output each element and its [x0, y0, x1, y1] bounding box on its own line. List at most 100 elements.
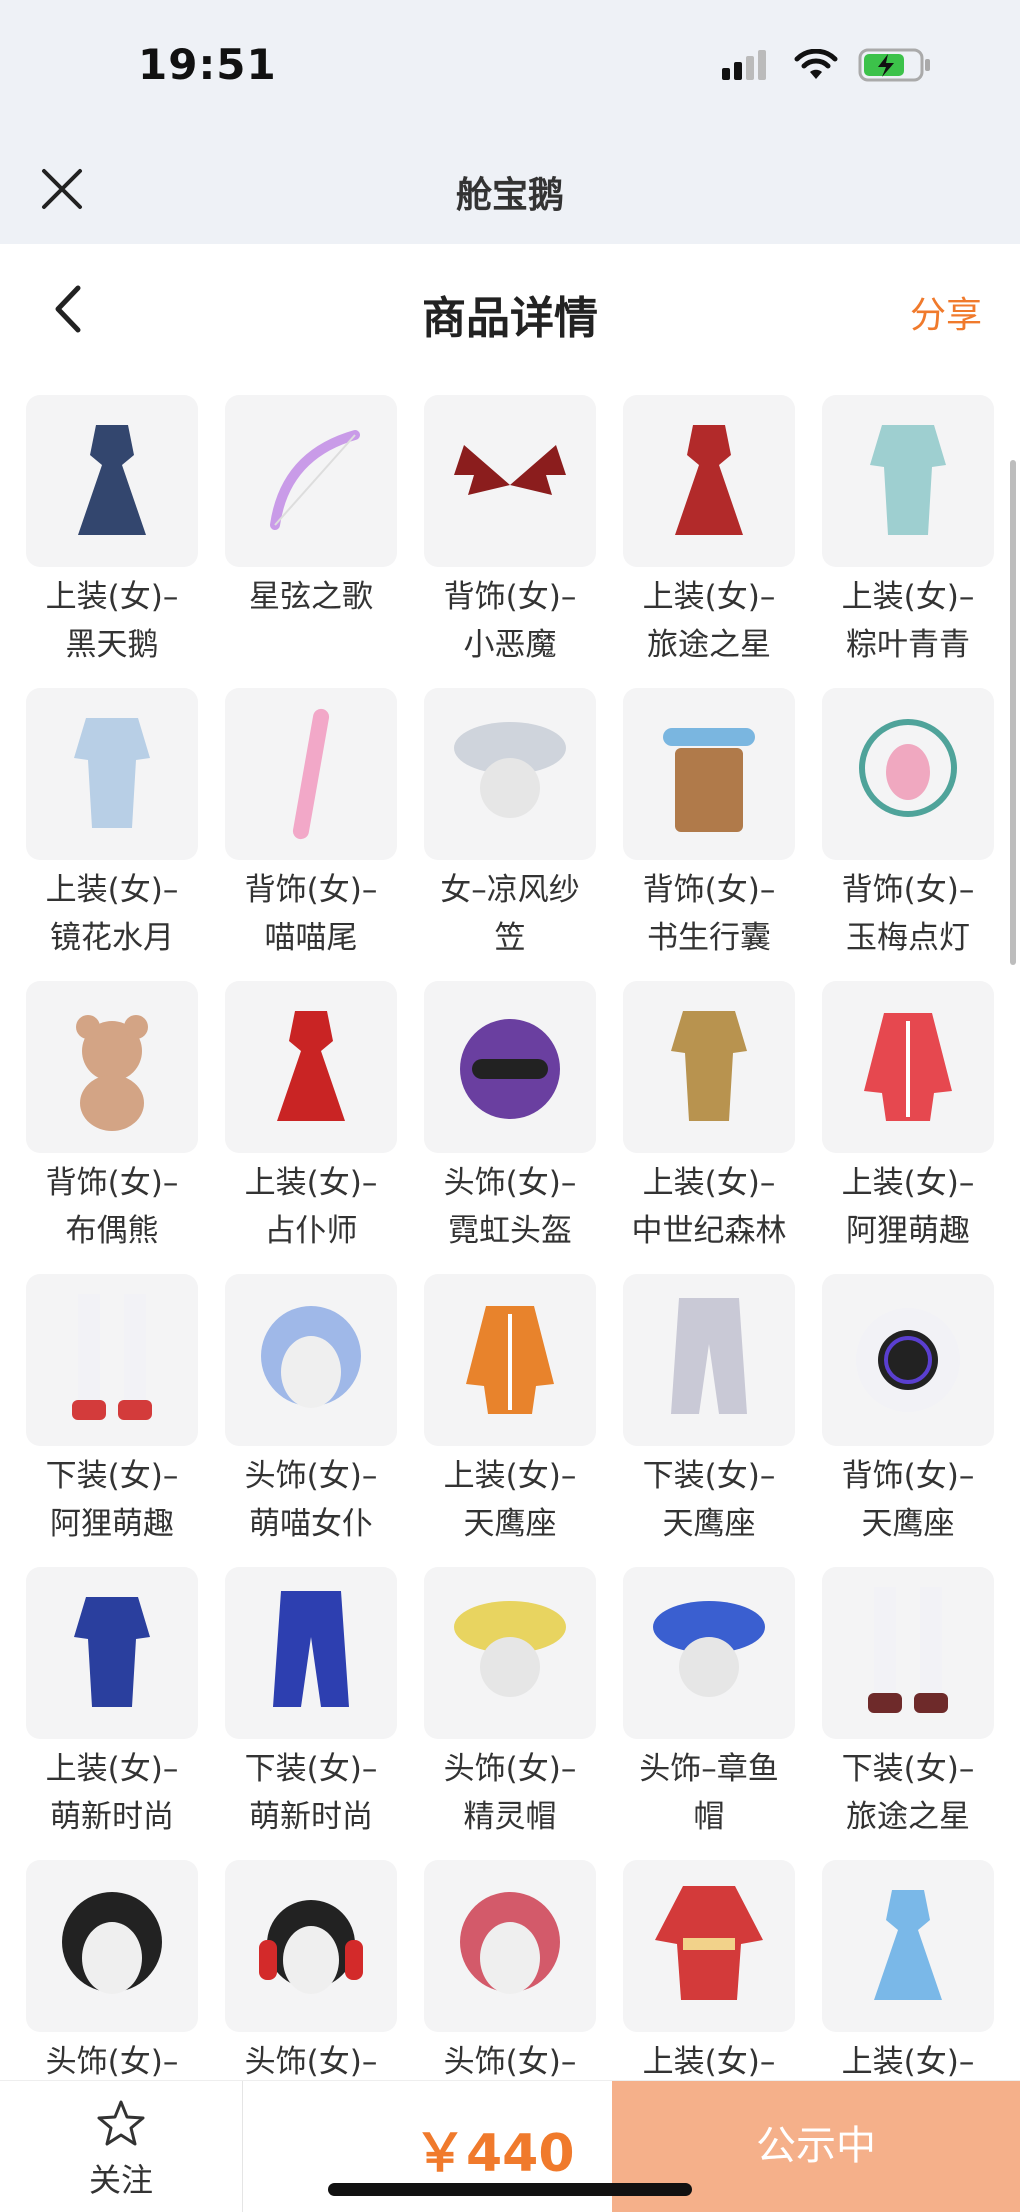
- item-label: 头饰(女)– 霓虹头盔: [443, 1165, 577, 1249]
- item-label: 下装(女)– 阿狸萌趣: [45, 1458, 179, 1542]
- hat-icon: [454, 1601, 566, 1697]
- grid-item[interactable]: 背饰(女)– 喵喵尾: [225, 688, 397, 981]
- grid-item[interactable]: 上装(女)– 粽叶青青: [822, 395, 994, 688]
- item-thumbnail: [225, 395, 397, 567]
- item-label: 头饰(女)–: [45, 2044, 179, 2080]
- wifi-icon: [794, 49, 838, 79]
- grid-item[interactable]: 下装(女)– 天鹰座: [623, 1274, 795, 1567]
- dress-icon: [78, 425, 146, 535]
- item-label: 头饰(女)–: [244, 2044, 378, 2080]
- item-thumbnail: [623, 688, 795, 860]
- signal-icon: [722, 50, 766, 80]
- grid-item[interactable]: 上装(女)– 旅途之星: [623, 395, 795, 688]
- item-thumbnail: [623, 1860, 795, 2032]
- headphones-icon: [259, 1900, 363, 1994]
- item-thumbnail: [225, 1860, 397, 2032]
- item-label: 上装(女)– 镜花水月: [45, 872, 179, 956]
- item-label: 星弦之歌: [249, 579, 373, 615]
- status-icons: [722, 48, 932, 82]
- grid-item[interactable]: 背饰(女)– 小恶魔: [424, 395, 596, 688]
- grid-item[interactable]: 下装(女)– 萌新时尚: [225, 1567, 397, 1860]
- item-thumbnail: [26, 395, 198, 567]
- grid-item[interactable]: 上装(女)– 占仆师: [225, 981, 397, 1274]
- item-thumbnail: [623, 1567, 795, 1739]
- item-thumbnail: [26, 688, 198, 860]
- item-label: 背饰(女)– 天鹰座: [841, 1458, 975, 1542]
- grid-item[interactable]: 上装(女)– 黑天鹅: [26, 395, 198, 688]
- page-title: 商品详情: [422, 293, 598, 344]
- item-thumbnail: [822, 395, 994, 567]
- grid-item[interactable]: 头饰–章鱼 帽: [623, 1567, 795, 1860]
- grid-item[interactable]: 星弦之歌: [225, 395, 397, 688]
- grid-item[interactable]: 上装(女)– 阿狸萌趣: [822, 981, 994, 1274]
- item-thumbnail: [225, 1274, 397, 1446]
- item-label: 头饰(女)– 萌喵女仆: [244, 1458, 378, 1542]
- grid-item[interactable]: 背饰(女)– 布偶熊: [26, 981, 198, 1274]
- grid-item[interactable]: 背饰(女)– 玉梅点灯: [822, 688, 994, 981]
- share-button[interactable]: 分享: [910, 286, 982, 338]
- item-thumbnail: [822, 1274, 994, 1446]
- item-thumbnail: [424, 1860, 596, 2032]
- scrollbar[interactable]: [1010, 460, 1016, 965]
- item-thumbnail: [623, 981, 795, 1153]
- item-label: 上装(女)– 萌新时尚: [45, 1751, 179, 1835]
- grid-item[interactable]: 头饰(女)– 精灵帽: [424, 1567, 596, 1860]
- bear-icon: [76, 1015, 148, 1131]
- hat-icon: [653, 1601, 765, 1697]
- item-label: 背饰(女)– 书生行囊: [642, 872, 776, 956]
- outfit-icon: [74, 1597, 150, 1707]
- item-thumbnail: [26, 1567, 198, 1739]
- status-bar: 19:51: [0, 0, 1020, 122]
- grid-item[interactable]: 上装(女)– 萌新时尚: [26, 1567, 198, 1860]
- grid-item[interactable]: 女–凉风纱 笠: [424, 688, 596, 981]
- item-label: 背饰(女)– 喵喵尾: [244, 872, 378, 956]
- item-label: 头饰–章鱼 帽: [639, 1751, 779, 1835]
- follow-button[interactable]: 关注: [0, 2081, 243, 2212]
- grid-item[interactable]: 头饰(女)– 萌喵女仆: [225, 1274, 397, 1567]
- grid-item[interactable]: 头饰(女)– 霓虹头盔: [424, 981, 596, 1274]
- grid-item[interactable]: 下装(女)– 旅途之星: [822, 1567, 994, 1860]
- dress-icon: [277, 1011, 345, 1121]
- item-thumbnail: [225, 1567, 397, 1739]
- jacket-icon: [466, 1306, 554, 1414]
- item-label: 上装(女)– 黑天鹅: [45, 579, 179, 663]
- item-thumbnail: [822, 688, 994, 860]
- item-label: 上装(女)– 占仆师: [244, 1165, 378, 1249]
- hair-icon: [62, 1892, 162, 1994]
- bow-icon: [270, 430, 360, 530]
- item-label: 上装(女)–: [642, 2044, 776, 2080]
- boots-icon: [72, 1294, 152, 1420]
- lantern-icon: [859, 719, 957, 817]
- grid-item[interactable]: 下装(女)– 阿狸萌趣: [26, 1274, 198, 1567]
- item-thumbnail: [424, 688, 596, 860]
- item-label: 头饰(女)–: [443, 2044, 577, 2080]
- grid-item[interactable]: 上装(女)– 中世纪森林: [623, 981, 795, 1274]
- hair-icon: [460, 1892, 560, 1994]
- item-thumbnail: [822, 1567, 994, 1739]
- item-label: 上装(女)– 粽叶青青: [841, 579, 975, 663]
- item-label: 下装(女)– 萌新时尚: [244, 1751, 378, 1835]
- grid-item[interactable]: 上装(女)– 镜花水月: [26, 688, 198, 981]
- dress-icon: [675, 425, 743, 535]
- hair-icon: [261, 1306, 361, 1408]
- app-title: 舱宝鹅: [455, 175, 564, 216]
- item-label: 背饰(女)– 小恶魔: [443, 579, 577, 663]
- hat-icon: [454, 722, 566, 818]
- backpack-icon: [663, 728, 755, 832]
- item-thumbnail: [424, 1567, 596, 1739]
- home-indicator: [328, 2183, 692, 2196]
- item-thumbnail: [822, 1860, 994, 2032]
- item-label: 上装(女)– 中世纪森林: [631, 1165, 787, 1249]
- item-label: 下装(女)– 旅途之星: [841, 1751, 975, 1835]
- kimono-icon: [655, 1886, 763, 2000]
- item-label: 背饰(女)– 布偶熊: [45, 1165, 179, 1249]
- outfit-icon: [74, 718, 150, 828]
- star-icon: [97, 2100, 145, 2146]
- pants-icon: [273, 1591, 349, 1707]
- item-label: 女–凉风纱 笠: [440, 872, 580, 956]
- item-label: 上装(女)–: [841, 2044, 975, 2080]
- grid-item[interactable]: 背饰(女)– 天鹰座: [822, 1274, 994, 1567]
- item-thumbnail: [225, 981, 397, 1153]
- grid-item[interactable]: 背饰(女)– 书生行囊: [623, 688, 795, 981]
- grid-item[interactable]: 上装(女)– 天鹰座: [424, 1274, 596, 1567]
